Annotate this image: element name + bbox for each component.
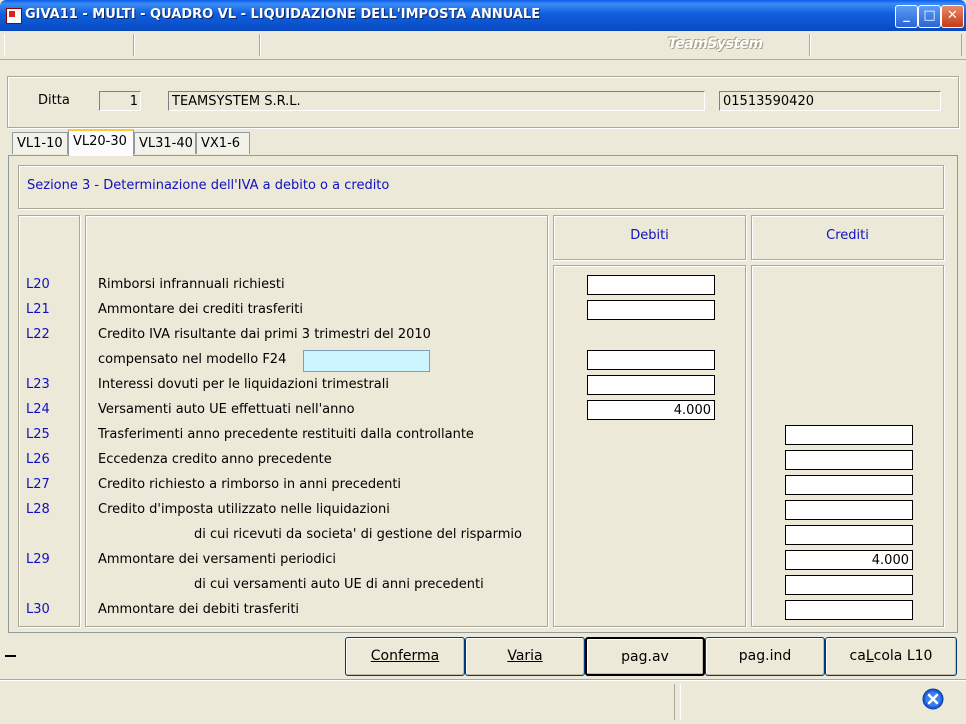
row-code: L22 <box>26 327 50 342</box>
status-divider <box>680 684 681 720</box>
toolbar-segment <box>810 34 962 56</box>
calcola-label-pre: ca <box>849 648 866 664</box>
app-icon <box>6 8 22 24</box>
debiti-header: Debiti <box>630 228 669 243</box>
varia-label: Varia <box>507 648 543 664</box>
crediti-input-l29[interactable]: 4.000 <box>785 550 913 570</box>
crediti-input-l28[interactable] <box>785 500 913 520</box>
toolbar-segment <box>4 34 134 56</box>
crediti-input-l25[interactable] <box>785 425 913 445</box>
row-label: Credito richiesto a rimborso in anni pre… <box>98 477 402 492</box>
row-code: L23 <box>26 377 50 392</box>
crediti-header-box: Crediti <box>751 215 944 260</box>
debiti-input-l20[interactable] <box>587 275 715 295</box>
section-title-box: Sezione 3 - Determinazione dell'IVA a de… <box>18 165 944 209</box>
crediti-input-l30[interactable] <box>785 600 913 620</box>
pag-ind-label: pag.ind <box>738 648 792 664</box>
calcola-label-key: L <box>865 648 874 664</box>
row-label: Ammontare dei debiti trasferiti <box>98 602 300 617</box>
row-code: L21 <box>26 302 50 317</box>
debiti-input-l22[interactable] <box>587 350 715 370</box>
maximize-icon: □ <box>923 8 936 23</box>
row-code: L28 <box>26 502 50 517</box>
crediti-input-l26[interactable] <box>785 450 913 470</box>
row-code: L26 <box>26 452 50 467</box>
toolbar <box>0 31 966 60</box>
pag-ind-button[interactable]: pag.ind <box>705 637 825 676</box>
row-label: Eccedenza credito anno precedente <box>98 452 332 467</box>
vat-number-field[interactable]: 01513590420 <box>719 91 941 111</box>
company-header: Ditta 1 TEAMSYSTEM S.R.L. 01513590420 <box>7 76 959 128</box>
crediti-column-frame <box>751 265 944 627</box>
pag-av-label: pag.av <box>621 649 669 665</box>
window-title: GIVA11 - MULTI - QUADRO VL - LIQUIDAZION… <box>25 7 541 22</box>
debiti-input-l24[interactable]: 4.000 <box>587 400 715 420</box>
row-code: L29 <box>26 552 50 567</box>
row-code: L20 <box>26 277 50 292</box>
row-code: L25 <box>26 427 50 442</box>
calcola-label-post: cola L10 <box>873 648 933 664</box>
debiti-input-l23[interactable] <box>587 375 715 395</box>
row-code: L24 <box>26 402 50 417</box>
tab-vx1-6[interactable]: VX1-6 <box>196 132 250 154</box>
status-bar <box>0 679 966 724</box>
brand-logo: TeamSystem <box>668 36 763 52</box>
crediti-input-l29-auto-ue[interactable] <box>785 575 913 595</box>
minimize-button[interactable]: _ <box>895 5 918 28</box>
row-label: di cui ricevuti da societa' di gestione … <box>194 527 522 542</box>
crediti-header: Crediti <box>826 228 869 243</box>
f24-compensato-field[interactable] <box>303 350 430 372</box>
row-label: Credito d'imposta utilizzato nelle liqui… <box>98 502 390 517</box>
row-label: Versamenti auto UE effettuati nell'anno <box>98 402 355 417</box>
debiti-header-box: Debiti <box>553 215 746 260</box>
pag-av-button[interactable]: pag.av <box>585 637 705 676</box>
close-button[interactable]: ✕ <box>941 5 964 28</box>
toolbar-segment <box>134 34 260 56</box>
row-label: Ammontare dei crediti trasferiti <box>98 302 303 317</box>
row-label: compensato nel modello F24 <box>98 352 287 367</box>
tab-vl1-10[interactable]: VL1-10 <box>12 132 68 154</box>
close-icon: ✕ <box>947 8 958 23</box>
row-code: L27 <box>26 477 50 492</box>
row-label: Trasferimenti anno precedente restituiti… <box>98 427 474 442</box>
company-name-field[interactable]: TEAMSYSTEM S.R.L. <box>168 91 705 111</box>
ditta-code-field[interactable]: 1 <box>99 91 141 111</box>
exit-icon[interactable] <box>922 688 944 710</box>
maximize-button[interactable]: □ <box>918 5 941 28</box>
minimize-icon: _ <box>903 8 910 23</box>
row-label: Credito IVA risultante dai primi 3 trime… <box>98 327 431 342</box>
varia-button[interactable]: Varia <box>465 637 585 676</box>
ditta-label: Ditta <box>38 93 70 108</box>
row-label: Rimborsi infrannuali richiesti <box>98 277 285 292</box>
conferma-label: Conferma <box>370 648 440 664</box>
status-pane <box>4 684 675 720</box>
row-label: Interessi dovuti per le liquidazioni tri… <box>98 377 390 392</box>
left-marker <box>5 655 16 657</box>
crediti-input-l28-sgr[interactable] <box>785 525 913 545</box>
tab-vl20-30[interactable]: VL20-30 <box>68 129 134 156</box>
row-code: L30 <box>26 602 50 617</box>
calcola-l10-button[interactable]: caLcola L10 <box>825 637 957 676</box>
tab-vl31-40[interactable]: VL31-40 <box>134 132 196 154</box>
section-title: Sezione 3 - Determinazione dell'IVA a de… <box>27 178 390 193</box>
crediti-input-l27[interactable] <box>785 475 913 495</box>
row-label: Ammontare dei versamenti periodici <box>98 552 336 567</box>
conferma-button[interactable]: Conferma <box>345 637 465 676</box>
title-bar[interactable]: GIVA11 - MULTI - QUADRO VL - LIQUIDAZION… <box>0 0 966 31</box>
row-label: di cui versamenti auto UE di anni preced… <box>194 577 484 592</box>
debiti-input-l21[interactable] <box>587 300 715 320</box>
